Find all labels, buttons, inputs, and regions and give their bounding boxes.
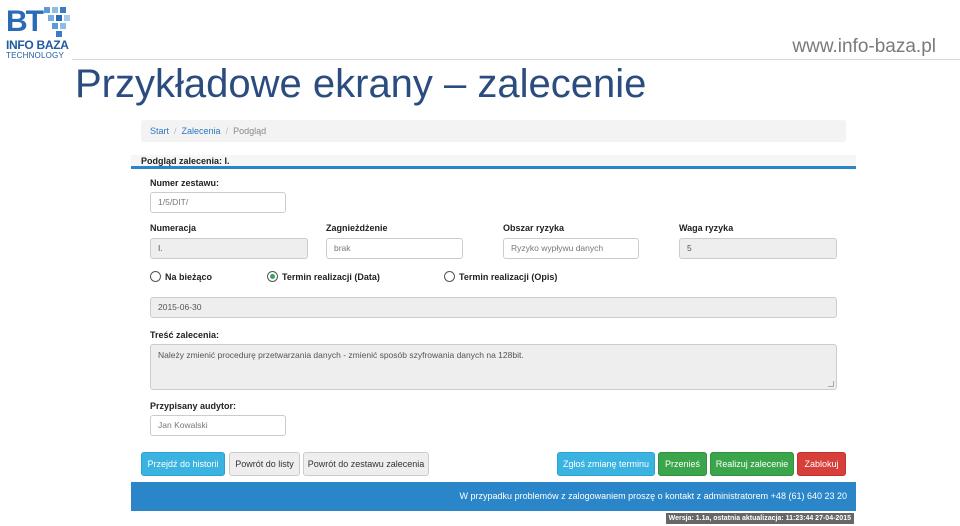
tresc-zalecenia-textarea[interactable]: Należy zmienić procedurę przetwarzania d… xyxy=(150,344,837,390)
radio-termin-opis[interactable]: Termin realizacji (Opis) xyxy=(444,271,557,282)
breadcrumb-current: Podgląd xyxy=(233,126,267,136)
tresc-zalecenia-text: Należy zmienić procedurę przetwarzania d… xyxy=(158,350,524,360)
panel-title: Podgląd zalecenia: I. xyxy=(131,155,856,169)
breadcrumb-separator: / xyxy=(225,126,229,136)
logo-info-baza: INFO BAZA xyxy=(6,38,69,52)
obszar-ryzyka-field[interactable]: Ryzyko wypływu danych xyxy=(503,238,639,259)
obszar-ryzyka-label: Obszar ryzyka xyxy=(503,223,565,233)
termin-data-field[interactable]: 2015-06-30 xyxy=(150,297,837,318)
zagniezdzenie-field[interactable]: brak xyxy=(326,238,463,259)
logo-bt-text: BT xyxy=(6,5,44,38)
footer-contact: W przypadku problemów z zalogowaniem pro… xyxy=(131,482,856,511)
numeracja-field[interactable]: I. xyxy=(150,238,308,259)
radio-termin-opis-label: Termin realizacji (Opis) xyxy=(459,271,558,282)
breadcrumb: Start / Zalecenia / Podgląd xyxy=(141,120,846,142)
radio-circle-icon xyxy=(150,271,161,282)
powrot-zestaw-button[interactable]: Powrót do zestawu zalecenia xyxy=(303,452,429,476)
slide-title: Przykładowe ekrany – zalecenie xyxy=(75,62,647,106)
audytor-label: Przypisany audytor: xyxy=(150,401,237,411)
radio-termin-data-label: Termin realizacji (Data) xyxy=(282,271,380,282)
breadcrumb-separator: / xyxy=(174,126,177,136)
logo-technology: TECHNOLOGY xyxy=(6,51,65,60)
resize-handle-icon[interactable] xyxy=(828,381,834,387)
radio-na-biezaco[interactable]: Na bieżąco xyxy=(150,271,212,282)
radio-circle-icon xyxy=(444,271,455,282)
version-badge: Wersja: 1.1a, ostatnia aktualizacja: 11:… xyxy=(665,513,854,524)
realizuj-button[interactable]: Realizuj zalecenie xyxy=(710,452,794,476)
powrot-lista-button[interactable]: Powrót do listy xyxy=(229,452,300,476)
przenies-button[interactable]: Przenieś xyxy=(658,452,707,476)
radio-termin-data[interactable]: Termin realizacji (Data) xyxy=(267,271,380,282)
audytor-field[interactable]: Jan Kowalski xyxy=(150,415,286,436)
breadcrumb-zalecenia-link[interactable]: Zalecenia xyxy=(182,126,221,136)
numer-zestawu-field[interactable]: 1/5/DIT/ xyxy=(150,192,286,213)
zablokuj-button[interactable]: Zablokuj xyxy=(797,452,846,476)
radio-na-biezaco-label: Na bieżąco xyxy=(165,271,213,282)
waga-ryzyka-label: Waga ryzyka xyxy=(679,223,734,233)
company-logo: BT INFO BAZA TECHNOLOGY xyxy=(4,5,76,60)
zglos-zmiane-button[interactable]: Zgłoś zmianę terminu xyxy=(557,452,655,476)
radio-selected-icon xyxy=(267,271,278,282)
zagniezdzenie-label: Zagnieżdżenie xyxy=(326,223,388,233)
tresc-zalecenia-label: Treść zalecenia: xyxy=(150,330,220,340)
waga-ryzyka-field[interactable]: 5 xyxy=(679,238,837,259)
historia-button[interactable]: Przejdź do historii xyxy=(141,452,225,476)
numer-zestawu-label: Numer zestawu: xyxy=(150,178,220,188)
breadcrumb-start-link[interactable]: Start xyxy=(150,126,169,136)
numeracja-label: Numeracja xyxy=(150,223,197,233)
site-url: www.info-baza.pl xyxy=(792,36,936,57)
app-window: Start / Zalecenia / Podgląd Podgląd zaleceni… xyxy=(131,117,856,526)
